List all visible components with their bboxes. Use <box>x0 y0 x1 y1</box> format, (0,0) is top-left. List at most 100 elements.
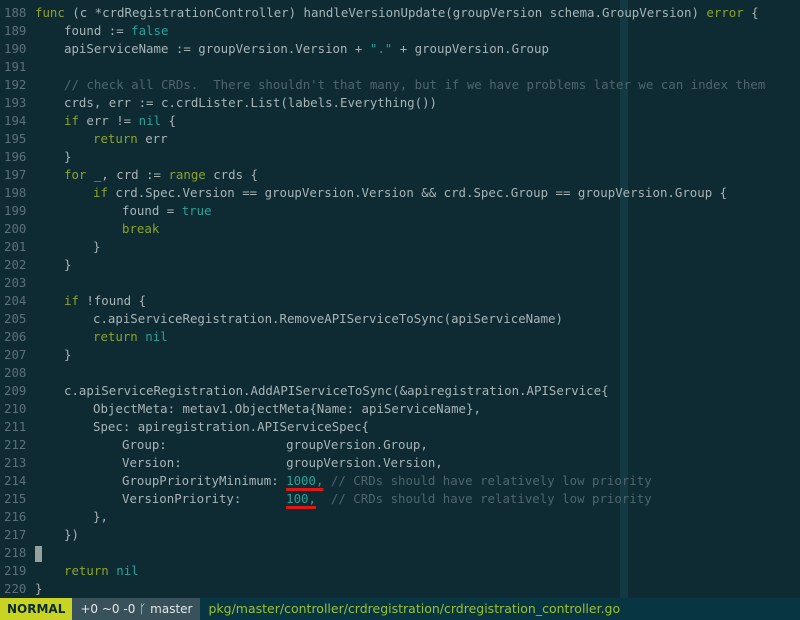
constant-token: nil <box>138 113 161 128</box>
line-code: }, <box>35 508 108 526</box>
code-token: } <box>93 239 101 254</box>
code-token: + groupVersion.Group <box>392 41 549 56</box>
code-line[interactable]: 216}, <box>0 508 800 526</box>
line-number: 205 <box>4 311 27 326</box>
code-line[interactable]: 203 <box>0 274 800 292</box>
keyword-token: return <box>64 563 109 578</box>
line-number: 189 <box>4 23 27 38</box>
code-line[interactable]: 207} <box>0 346 800 364</box>
annotated-value: 1000, <box>286 473 324 488</box>
line-number: 210 <box>4 401 27 416</box>
line-number: 199 <box>4 203 27 218</box>
line-code: if crd.Spec.Version == groupVersion.Vers… <box>35 184 727 202</box>
line-number: 194 <box>4 113 27 128</box>
code-line[interactable]: 188 func (c *crdRegistrationController) h… <box>0 4 800 22</box>
line-code <box>35 544 42 562</box>
text-cursor <box>35 545 42 562</box>
code-line[interactable]: 204 if !found { <box>0 292 800 310</box>
file-path[interactable]: pkg/master/controller/crdregistration/cr… <box>200 598 628 620</box>
line-number: 188 <box>4 5 27 20</box>
comment-token: // check all CRDs. There shouldn't that … <box>64 77 766 92</box>
code-token: apiServiceName := groupVersion.Version + <box>64 41 370 56</box>
constant-token: nil <box>145 329 168 344</box>
code-line[interactable]: 197 for _, crd := range crds { <box>0 166 800 184</box>
line-number: 193 <box>4 95 27 110</box>
code-token: found = <box>122 203 182 218</box>
status-bar: NORMAL +0 ~0 -0 ᚴ master pkg/master/contro… <box>0 598 800 620</box>
code-line[interactable]: 214 GroupPriorityMinimum: 1000, // CRDs s… <box>0 472 800 490</box>
constant-token: false <box>131 23 169 38</box>
mode-indicator: NORMAL <box>0 598 73 620</box>
code-line[interactable]: 200 break <box>0 220 800 238</box>
code-line[interactable]: 194 if err != nil { <box>0 112 800 130</box>
code-token: _, crd := <box>86 167 169 182</box>
keyword-token: return <box>93 329 138 344</box>
constant-token: nil <box>116 563 139 578</box>
keyword-token: for <box>64 167 87 182</box>
code-line[interactable]: 193 crds, err := c.crdLister.List(labels.… <box>0 94 800 112</box>
line-number: 217 <box>4 527 27 542</box>
code-line[interactable]: 218 <box>0 544 800 562</box>
comment-token: // CRDs should have relatively low prior… <box>330 491 652 506</box>
line-number: 201 <box>4 239 27 254</box>
line-code: GroupPriorityMinimum: 1000, // CRDs shou… <box>35 472 652 490</box>
code-line[interactable]: 210 ObjectMeta: metav1.ObjectMeta{Name: a… <box>0 400 800 418</box>
code-line[interactable]: 198 if crd.Spec.Version == groupVersion.V… <box>0 184 800 202</box>
line-number: 213 <box>4 455 27 470</box>
line-code: c.apiServiceRegistration.RemoveAPIServic… <box>35 310 563 328</box>
code-line[interactable]: 217}) <box>0 526 800 544</box>
code-line[interactable]: 190 apiServiceName := groupVersion.Versio… <box>0 40 800 58</box>
line-code: return nil <box>35 328 168 346</box>
code-line[interactable]: 199 found = true <box>0 202 800 220</box>
code-line[interactable]: 206 return nil <box>0 328 800 346</box>
code-line[interactable]: 205 c.apiServiceRegistration.RemoveAPISer… <box>0 310 800 328</box>
code-token: found := <box>64 23 132 38</box>
line-number: 207 <box>4 347 27 362</box>
code-line[interactable]: 212 Group: groupVersion.Group, <box>0 436 800 454</box>
line-code: break <box>35 220 159 238</box>
line-number: 198 <box>4 185 27 200</box>
code-token: }, <box>93 509 108 524</box>
code-line[interactable]: 208 <box>0 364 800 382</box>
code-line[interactable]: 219 return nil <box>0 562 800 580</box>
line-number: 214 <box>4 473 27 488</box>
code-line[interactable]: 215 VersionPriority: 100, // CRDs should … <box>0 490 800 508</box>
code-token: (c *crdRegistrationController) handleVer… <box>64 5 707 20</box>
code-line[interactable]: 220} <box>0 580 800 598</box>
line-code: Version: groupVersion.Version, <box>35 454 443 472</box>
code-line[interactable]: 192 // check all CRDs. There shouldn't th… <box>0 76 800 94</box>
line-code: if !found { <box>35 292 146 310</box>
keyword-token: range <box>168 167 206 182</box>
line-code: VersionPriority: 100, // CRDs should hav… <box>35 490 652 508</box>
code-line[interactable]: 195 return err <box>0 130 800 148</box>
code-line[interactable]: 209 c.apiServiceRegistration.AddAPIServic… <box>0 382 800 400</box>
code-token: err != <box>78 113 139 128</box>
code-token: { <box>161 113 176 128</box>
code-line[interactable]: 189 found := false <box>0 22 800 40</box>
line-number: 216 <box>4 509 27 524</box>
code-token: crds { <box>205 167 258 182</box>
code-token: } <box>64 149 72 164</box>
code-lines: 188 func (c *crdRegistrationController) h… <box>0 4 800 598</box>
line-number: 202 <box>4 257 27 272</box>
code-token: ObjectMeta: metav1.ObjectMeta{Name: apiS… <box>93 401 481 416</box>
code-token: Version: groupVersion.Version, <box>122 455 443 470</box>
code-token: err <box>137 131 168 146</box>
code-line[interactable]: 202} <box>0 256 800 274</box>
line-code: // check all CRDs. There shouldn't that … <box>35 76 765 94</box>
code-line[interactable]: 201} <box>0 238 800 256</box>
line-number: 203 <box>4 275 27 290</box>
keyword-token: if <box>93 185 108 200</box>
line-number: 218 <box>4 545 27 560</box>
code-token: Group: groupVersion.Group, <box>122 437 428 452</box>
comment-token: // CRDs should have relatively low prior… <box>330 473 652 488</box>
code-line[interactable]: 191 <box>0 58 800 76</box>
code-token: crd.Spec.Version == groupVersion.Version… <box>107 185 728 200</box>
code-line[interactable]: 213 Version: groupVersion.Version, <box>0 454 800 472</box>
keyword-token: error <box>706 5 744 20</box>
code-line[interactable]: 211 Spec: apiregistration.APIServiceSpec{ <box>0 418 800 436</box>
line-number: 190 <box>4 41 27 56</box>
code-line[interactable]: 196} <box>0 148 800 166</box>
line-number: 204 <box>4 293 27 308</box>
code-editor[interactable]: 188 func (c *crdRegistrationController) h… <box>0 0 800 598</box>
